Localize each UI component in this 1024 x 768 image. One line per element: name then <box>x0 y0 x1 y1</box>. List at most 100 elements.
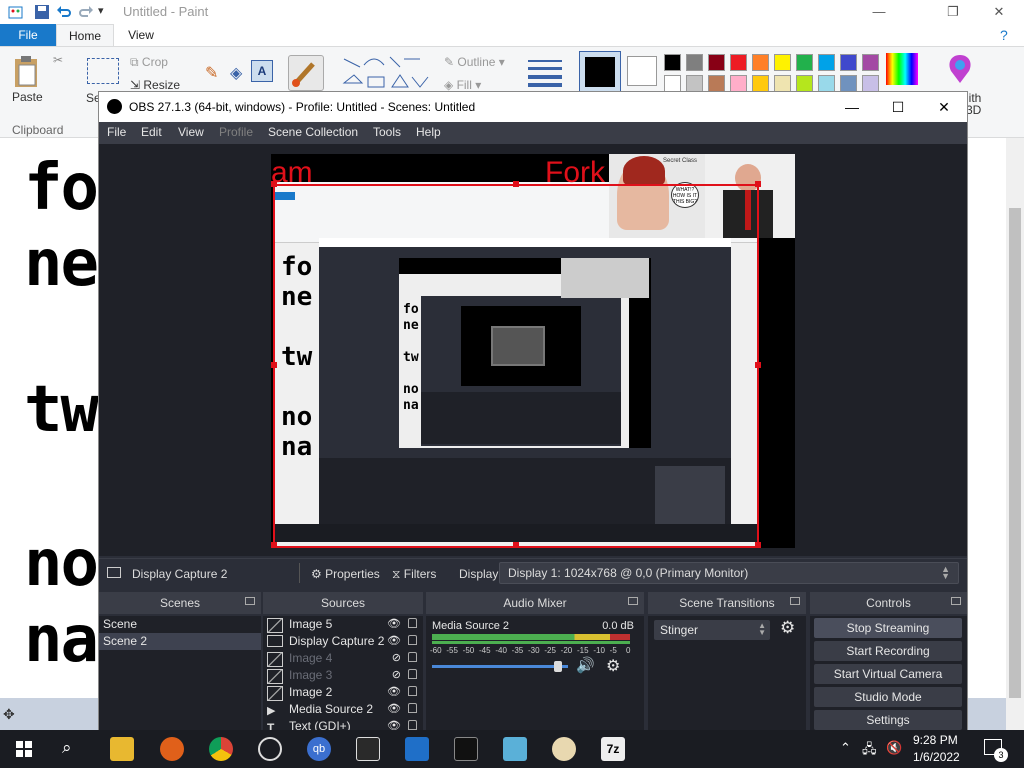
color-swatch[interactable] <box>818 54 835 71</box>
snip-icon[interactable] <box>503 737 527 761</box>
lock-icon[interactable] <box>408 635 417 645</box>
gear-icon[interactable]: ⚙ <box>606 656 620 676</box>
menu-help[interactable]: Help <box>416 125 441 139</box>
source-item[interactable]: Display Capture 2 👁 <box>263 633 423 650</box>
text-tool-icon[interactable]: A <box>251 60 273 82</box>
color-swatch[interactable] <box>796 54 813 71</box>
eye-off-icon[interactable]: ⊘ <box>392 667 401 684</box>
volume-slider[interactable] <box>432 661 568 672</box>
eye-icon[interactable]: 👁 <box>387 701 401 718</box>
chevron-up-icon[interactable]: ⌃ <box>840 740 851 756</box>
color-swatch[interactable] <box>730 75 747 92</box>
edit-colors-icon[interactable] <box>886 53 918 85</box>
resize-button[interactable]: ⇲ Resize <box>130 78 180 92</box>
color-swatch[interactable] <box>840 75 857 92</box>
photos-icon[interactable] <box>356 737 380 761</box>
source-item[interactable]: Image 3 ⊘ <box>263 667 423 684</box>
fill-button[interactable]: ◈ Fill ▾ <box>444 78 481 92</box>
color-swatch[interactable] <box>708 54 725 71</box>
paint-taskbar-icon[interactable] <box>552 737 576 761</box>
menu-edit[interactable]: Edit <box>141 125 162 139</box>
paste-icon[interactable] <box>12 55 42 89</box>
start-icon[interactable] <box>16 741 32 760</box>
color-swatch[interactable] <box>686 54 703 71</box>
size-icon[interactable] <box>528 57 562 87</box>
paint-tab-home[interactable]: Home <box>56 24 114 46</box>
qbittorrent-icon[interactable]: qb <box>307 737 331 761</box>
color-swatch[interactable] <box>796 75 813 92</box>
file-explorer-icon[interactable] <box>110 737 134 761</box>
clock-date[interactable]: 1/6/2022 <box>913 750 960 764</box>
edit-with-paint3d-label2[interactable]: 3D <box>966 103 981 117</box>
lock-icon[interactable] <box>408 703 417 713</box>
help-icon[interactable]: ? <box>1000 27 1008 43</box>
resize-handle[interactable] <box>271 542 277 548</box>
color-swatch[interactable] <box>774 75 791 92</box>
paint3d-icon[interactable] <box>945 53 975 87</box>
undo-icon[interactable] <box>56 4 72 20</box>
resize-handle[interactable] <box>271 362 277 368</box>
firefox-icon[interactable] <box>160 737 184 761</box>
eye-icon[interactable]: 👁 <box>387 684 401 701</box>
resize-handle[interactable] <box>271 181 277 187</box>
fill-bucket-icon[interactable]: ◈ <box>230 63 242 83</box>
color-swatch[interactable] <box>818 75 835 92</box>
paint-tab-view[interactable]: View <box>118 24 164 46</box>
menu-profile[interactable]: Profile <box>219 125 253 139</box>
gear-icon[interactable]: ⚙ <box>780 618 795 638</box>
paint-tab-file[interactable]: File <box>0 24 56 46</box>
shapes-gallery[interactable] <box>340 53 430 93</box>
undock-icon[interactable] <box>790 597 800 605</box>
cut-icon[interactable]: ✂ <box>53 53 63 67</box>
resize-handle[interactable] <box>755 362 761 368</box>
undock-icon[interactable] <box>951 597 961 605</box>
clock-time[interactable]: 9:28 PM <box>913 733 958 747</box>
source-item[interactable]: Image 4 ⊘ <box>263 650 423 667</box>
paint-vertical-scrollbar[interactable] <box>1006 138 1024 730</box>
paint-minimize-button[interactable]: — <box>856 0 902 24</box>
source-selection-box[interactable] <box>273 184 759 548</box>
start-recording-button[interactable]: Start Recording <box>814 641 962 661</box>
7zip-icon[interactable]: 7z <box>601 737 625 761</box>
color-swatch[interactable] <box>686 75 703 92</box>
color-swatch[interactable] <box>752 54 769 71</box>
menu-scene-collection[interactable]: Scene Collection <box>268 125 358 139</box>
source-item[interactable]: Image 2 👁 <box>263 684 423 701</box>
lock-icon[interactable] <box>408 618 417 628</box>
scene-item[interactable]: Scene 2 <box>99 633 261 650</box>
network-icon[interactable]: 🖧 <box>862 740 877 762</box>
start-virtual-camera-button[interactable]: Start Virtual Camera <box>814 664 962 684</box>
settings-button[interactable]: Settings <box>814 710 962 730</box>
properties-button[interactable]: ⚙ Properties <box>311 567 380 581</box>
filters-button[interactable]: ⧖ Filters <box>392 567 436 582</box>
lock-icon[interactable] <box>408 720 417 730</box>
volume-muted-icon[interactable]: 🔇 <box>886 740 902 756</box>
lock-icon[interactable] <box>408 652 417 662</box>
paste-button[interactable]: Paste <box>12 90 43 104</box>
resize-handle[interactable] <box>513 181 519 187</box>
color-swatch[interactable] <box>862 75 879 92</box>
color-swatch[interactable] <box>840 54 857 71</box>
media-player-icon[interactable] <box>405 737 429 761</box>
studio-mode-button[interactable]: Studio Mode <box>814 687 962 707</box>
color-swatch[interactable] <box>774 54 791 71</box>
undock-icon[interactable] <box>628 597 638 605</box>
scene-item[interactable]: Scene <box>99 616 261 633</box>
transition-select[interactable]: Stinger ▲ ▼ <box>654 620 770 640</box>
menu-tools[interactable]: Tools <box>373 125 401 139</box>
eye-icon[interactable]: 👁 <box>387 633 401 650</box>
color-swatch[interactable] <box>730 54 747 71</box>
source-item[interactable]: ▶ Media Source 2 👁 <box>263 701 423 718</box>
select-icon[interactable] <box>87 58 119 84</box>
paint-maximize-button[interactable]: ❐ <box>930 0 976 24</box>
resize-handle[interactable] <box>755 181 761 187</box>
color-swatch[interactable] <box>664 75 681 92</box>
obs-minimize-button[interactable]: — <box>829 92 875 122</box>
redo-icon[interactable] <box>78 4 94 20</box>
chrome-icon[interactable] <box>209 737 233 761</box>
color1-button[interactable] <box>579 51 621 93</box>
terminal-icon[interactable] <box>454 737 478 761</box>
outline-button[interactable]: ✎ Outline ▾ <box>444 55 505 69</box>
obs-close-button[interactable]: ✕ <box>921 92 967 122</box>
save-icon[interactable] <box>34 4 50 20</box>
